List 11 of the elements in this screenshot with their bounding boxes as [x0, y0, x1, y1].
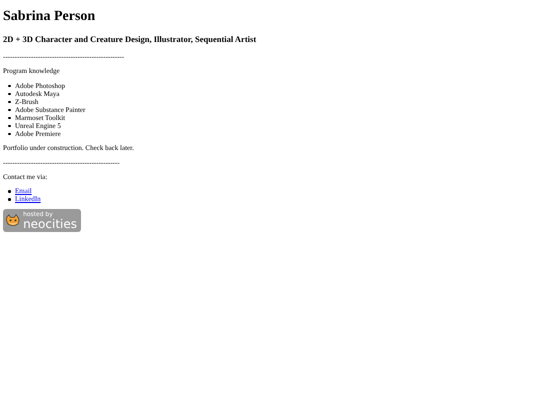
- bullet-icon: [8, 116, 10, 120]
- bullet-icon: [8, 84, 10, 88]
- bullet-icon: [8, 100, 10, 104]
- bullet-icon: [8, 190, 10, 193]
- bullet-icon: [8, 198, 10, 201]
- page-title: Sabrina Person: [3, 9, 96, 25]
- page-subtitle: 2D + 3D Character and Creature Design, Illustrator, Sequential Artist: [3, 34, 258, 44]
- bullet-icon: [8, 92, 10, 96]
- bullet-icon: [8, 124, 10, 128]
- bullet-icon: [8, 108, 10, 112]
- bullet-icon: [8, 132, 10, 136]
